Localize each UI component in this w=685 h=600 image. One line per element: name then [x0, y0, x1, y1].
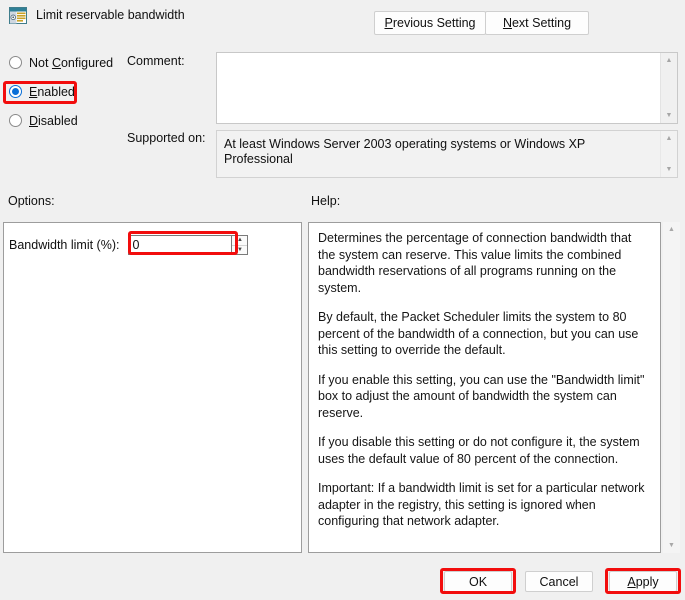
radio-disabled-post: isabled [38, 113, 78, 128]
scroll-down-icon[interactable]: ▼ [661, 162, 678, 177]
page-title: Limit reservable bandwidth [36, 8, 185, 22]
radio-label-disabled: Disabled [29, 114, 78, 128]
comment-field[interactable]: ▲ ▼ [216, 52, 678, 124]
scroll-down-icon[interactable]: ▼ [661, 108, 678, 123]
next-setting-rest: ext Setting [511, 16, 572, 30]
comment-textarea[interactable] [217, 53, 660, 123]
help-paragraph: Determines the percentage of connection … [318, 231, 632, 295]
policy-state-radio-group: Not Configured Enabled Disabled [9, 55, 121, 142]
apply-button-rest: pply [635, 574, 659, 589]
cancel-button[interactable]: Cancel [525, 571, 593, 592]
radio-disabled[interactable]: Disabled [9, 113, 121, 128]
scroll-up-icon[interactable]: ▲ [661, 53, 678, 68]
scroll-down-icon[interactable]: ▼ [663, 538, 680, 553]
help-panel: Determines the percentage of connection … [308, 222, 661, 553]
next-setting-accel: N [502, 16, 512, 30]
previous-setting-label: Previous Setting [384, 16, 475, 30]
bandwidth-limit-stepper[interactable]: ▲ ▼ [128, 235, 249, 255]
radio-not-configured-post: onfigured [60, 55, 114, 70]
apply-button[interactable]: Apply [609, 571, 677, 592]
spin-up-icon[interactable]: ▲ [232, 236, 248, 246]
comment-label: Comment: [127, 54, 185, 68]
ok-button[interactable]: OK [444, 571, 512, 592]
next-setting-label: Next Setting [503, 16, 571, 30]
supported-on-scrollbar[interactable]: ▲ ▼ [660, 131, 677, 177]
dialog-header: Limit reservable bandwidth [9, 7, 185, 24]
help-paragraph: If you enable this setting, you can use … [318, 372, 645, 420]
options-header: Options: [8, 194, 55, 208]
radio-dot-not-configured[interactable] [9, 56, 22, 69]
supported-on-text: At least Windows Server 2003 operating s… [217, 131, 660, 177]
supported-on-field: At least Windows Server 2003 operating s… [216, 130, 678, 178]
radio-dot-disabled[interactable] [9, 114, 22, 127]
scroll-up-icon[interactable]: ▲ [663, 222, 680, 237]
radio-label-enabled: Enabled [29, 85, 75, 99]
radio-not-configured-accel: C [51, 55, 61, 70]
spin-down-icon[interactable]: ▼ [232, 246, 247, 255]
scroll-up-icon[interactable]: ▲ [661, 131, 678, 146]
options-panel: Bandwidth limit (%): ▲ ▼ [3, 222, 302, 553]
radio-enabled-post: nabled [37, 84, 75, 99]
help-paragraph: If you disable this setting or do not co… [318, 435, 640, 466]
previous-setting-accel: P [384, 16, 393, 30]
radio-not-configured-pre: Not [29, 55, 52, 70]
help-paragraph: By default, the Packet Scheduler limits … [318, 310, 639, 357]
radio-label-not-configured: Not Configured [29, 56, 113, 70]
radio-enabled[interactable]: Enabled [9, 84, 121, 99]
ok-button-label: OK [468, 574, 488, 589]
radio-not-configured[interactable]: Not Configured [9, 55, 121, 70]
previous-setting-rest: revious Setting [392, 16, 476, 30]
radio-disabled-accel: D [29, 113, 39, 128]
next-setting-button[interactable]: Next Setting [485, 11, 589, 35]
help-header: Help: [311, 194, 341, 208]
supported-on-label: Supported on: [127, 131, 206, 145]
cancel-button-label: Cancel [539, 574, 579, 589]
apply-button-accel: A [627, 574, 636, 589]
radio-dot-enabled[interactable] [9, 85, 22, 98]
comment-scrollbar[interactable]: ▲ ▼ [660, 53, 677, 123]
bandwidth-limit-row: Bandwidth limit (%): ▲ ▼ [9, 235, 249, 255]
help-paragraph: Important: If a bandwidth limit is set f… [318, 481, 645, 528]
previous-setting-button[interactable]: Previous Setting [374, 11, 486, 35]
bandwidth-limit-input[interactable] [128, 235, 232, 255]
bandwidth-limit-label: Bandwidth limit (%): [9, 238, 120, 252]
policy-window-icon [9, 7, 27, 24]
apply-button-label: Apply [627, 575, 658, 589]
help-scrollbar[interactable]: ▲ ▼ [663, 222, 680, 553]
bandwidth-spin-buttons[interactable]: ▲ ▼ [231, 235, 249, 255]
